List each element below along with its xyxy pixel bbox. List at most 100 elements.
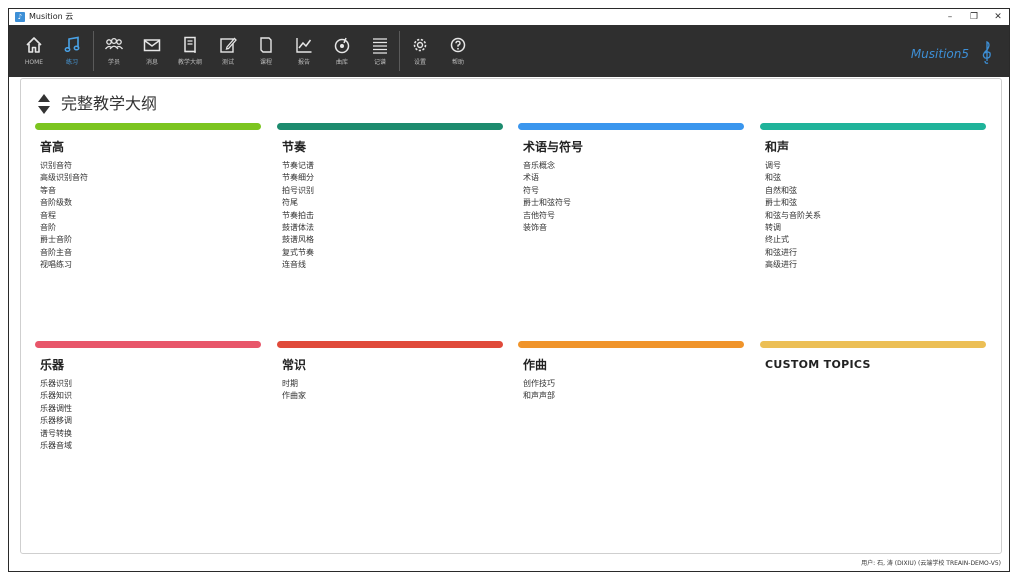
topic-item[interactable]: 鼓谱风格 bbox=[282, 234, 503, 246]
app-icon: ♪ bbox=[15, 12, 25, 22]
topic-item[interactable]: 节奏记谱 bbox=[282, 160, 503, 172]
topic-item[interactable]: 高级识别音符 bbox=[40, 172, 261, 184]
topic-item[interactable]: 爵士和弦 bbox=[765, 197, 986, 209]
topic-list: 识别音符 高级识别音符 等音 音阶级数 音程 音阶 爵士音阶 音阶主音 视唱练习 bbox=[40, 160, 261, 272]
category-color-bar bbox=[35, 123, 261, 130]
topic-item[interactable]: 音阶级数 bbox=[40, 197, 261, 209]
topic-list: 乐器识别 乐器知识 乐器调性 乐器移调 谱号转换 乐器音域 bbox=[40, 378, 261, 452]
topic-item[interactable]: 鼓谱体法 bbox=[282, 222, 503, 234]
toolbar-separator bbox=[399, 31, 400, 71]
category-color-bar bbox=[35, 341, 261, 348]
topic-list: 调号 和弦 自然和弦 爵士和弦 和弦与音阶关系 转调 终止式 和弦进行 高级进行 bbox=[765, 160, 986, 272]
category-title[interactable]: 作曲 bbox=[523, 357, 744, 373]
toolbar-home[interactable]: HOME bbox=[15, 25, 53, 77]
category-title[interactable]: 常识 bbox=[282, 357, 503, 373]
category-title[interactable]: 音高 bbox=[40, 139, 261, 155]
topic-item[interactable]: 乐器知识 bbox=[40, 390, 261, 402]
category-color-bar bbox=[518, 123, 744, 130]
topic-item[interactable]: 术语 bbox=[523, 172, 744, 184]
topic-item[interactable]: 和声声部 bbox=[523, 390, 744, 402]
topic-item[interactable]: 节奏细分 bbox=[282, 172, 503, 184]
toolbar-notation[interactable]: 记谱 bbox=[361, 25, 399, 77]
main-toolbar: HOME 练习 学员 消息 教学大纲 测试 课程 报告 曲库 记谱 设置 帮助 … bbox=[9, 25, 1009, 77]
topic-item[interactable]: 转调 bbox=[765, 222, 986, 234]
status-bar-user: 用户: 石, 涛 (DIXIU) (云端学校 TREAIN-DEMO-V5) bbox=[861, 560, 1001, 567]
title-bar: ♪ Musition 云 – ❐ ✕ bbox=[9, 9, 1009, 25]
topic-item[interactable]: 作曲家 bbox=[282, 390, 503, 402]
help-icon bbox=[450, 37, 466, 53]
close-button[interactable]: ✕ bbox=[987, 10, 1009, 24]
gear-icon bbox=[413, 38, 427, 52]
category-color-bar bbox=[277, 123, 503, 130]
home-icon bbox=[26, 37, 42, 53]
toolbar-syllabus[interactable]: 教学大纲 bbox=[171, 25, 209, 77]
topic-item[interactable]: 乐器调性 bbox=[40, 403, 261, 415]
treble-clef-logo-icon bbox=[982, 40, 991, 64]
topic-item[interactable]: 谱号转换 bbox=[40, 428, 261, 440]
category-title[interactable]: 术语与符号 bbox=[523, 139, 744, 155]
brand-logo-text: Musition5 bbox=[910, 47, 969, 61]
topic-item[interactable]: 和弦 bbox=[765, 172, 986, 184]
topic-item[interactable]: 节奏拍击 bbox=[282, 210, 503, 222]
topic-item[interactable]: 和弦与音阶关系 bbox=[765, 210, 986, 222]
toolbar-library[interactable]: 曲库 bbox=[323, 25, 361, 77]
topic-item[interactable]: 等音 bbox=[40, 185, 261, 197]
list-icon bbox=[373, 38, 387, 54]
topic-list: 节奏记谱 节奏细分 拍号识别 符尾 节奏拍击 鼓谱体法 鼓谱风格 复式节奏 连音… bbox=[282, 160, 503, 272]
app-window: ♪ Musition 云 – ❐ ✕ HOME 练习 学员 消息 教学大纲 测试… bbox=[8, 8, 1010, 572]
topic-item[interactable]: 音乐概念 bbox=[523, 160, 744, 172]
topic-item[interactable]: 拍号识别 bbox=[282, 185, 503, 197]
category-title[interactable]: 节奏 bbox=[282, 139, 503, 155]
topic-item[interactable]: 爵士音阶 bbox=[40, 234, 261, 246]
topic-item[interactable]: 音阶 bbox=[40, 222, 261, 234]
toolbar-students[interactable]: 学员 bbox=[95, 25, 133, 77]
toolbar-separator bbox=[93, 31, 94, 71]
topic-item[interactable]: 吉他符号 bbox=[523, 210, 744, 222]
toolbar-practice[interactable]: 练习 bbox=[53, 25, 91, 77]
topic-item[interactable]: 创作技巧 bbox=[523, 378, 744, 390]
topic-item[interactable]: 识别音符 bbox=[40, 160, 261, 172]
topic-item[interactable]: 音阶主音 bbox=[40, 247, 261, 259]
topic-item[interactable]: 音程 bbox=[40, 210, 261, 222]
topic-item[interactable]: 时期 bbox=[282, 378, 503, 390]
category-title[interactable]: 和声 bbox=[765, 139, 986, 155]
topic-item[interactable]: 自然和弦 bbox=[765, 185, 986, 197]
topic-item[interactable]: 终止式 bbox=[765, 234, 986, 246]
topic-item[interactable]: 符号 bbox=[523, 185, 744, 197]
edit-icon bbox=[220, 37, 237, 53]
topic-item[interactable]: 和弦进行 bbox=[765, 247, 986, 259]
topic-item[interactable]: 连音线 bbox=[282, 259, 503, 271]
category-color-bar bbox=[277, 341, 503, 348]
topic-item[interactable]: 视唱练习 bbox=[40, 259, 261, 271]
sort-icon[interactable] bbox=[37, 93, 51, 115]
category-title[interactable]: 乐器 bbox=[40, 357, 261, 373]
record-icon bbox=[334, 37, 350, 54]
category-color-bar bbox=[760, 123, 986, 130]
topic-item[interactable]: 调号 bbox=[765, 160, 986, 172]
topic-item[interactable]: 爵士和弦符号 bbox=[523, 197, 744, 209]
page-title: 完整教学大纲 bbox=[61, 94, 158, 113]
toolbar-tests[interactable]: 测试 bbox=[209, 25, 247, 77]
topic-item[interactable]: 装饰音 bbox=[523, 222, 744, 234]
toolbar-courses[interactable]: 课程 bbox=[247, 25, 285, 77]
category-title[interactable]: CUSTOM TOPICS bbox=[765, 357, 986, 373]
toolbar-reports[interactable]: 报告 bbox=[285, 25, 323, 77]
topic-item[interactable]: 乐器移调 bbox=[40, 415, 261, 427]
category-custom-topics: CUSTOM TOPICS bbox=[760, 341, 986, 373]
toolbar-settings[interactable]: 设置 bbox=[401, 25, 439, 77]
minimize-button[interactable]: – bbox=[939, 10, 961, 24]
topic-item[interactable]: 乐器音域 bbox=[40, 440, 261, 452]
topic-item[interactable]: 乐器识别 bbox=[40, 378, 261, 390]
category-color-bar bbox=[518, 341, 744, 348]
category-rhythm: 节奏 节奏记谱 节奏细分 拍号识别 符尾 节奏拍击 鼓谱体法 鼓谱风格 复式节奏… bbox=[277, 123, 503, 272]
maximize-button[interactable]: ❐ bbox=[963, 10, 985, 24]
music-note-icon bbox=[64, 36, 80, 53]
toolbar-help[interactable]: 帮助 bbox=[439, 25, 477, 77]
topic-item[interactable]: 复式节奏 bbox=[282, 247, 503, 259]
topic-item[interactable]: 高级进行 bbox=[765, 259, 986, 271]
topic-item[interactable]: 符尾 bbox=[282, 197, 503, 209]
category-terms-symbols: 术语与符号 音乐概念 术语 符号 爵士和弦符号 吉他符号 装饰音 bbox=[518, 123, 744, 234]
toolbar-messages[interactable]: 消息 bbox=[133, 25, 171, 77]
category-color-bar bbox=[760, 341, 986, 348]
mail-icon bbox=[143, 39, 161, 52]
